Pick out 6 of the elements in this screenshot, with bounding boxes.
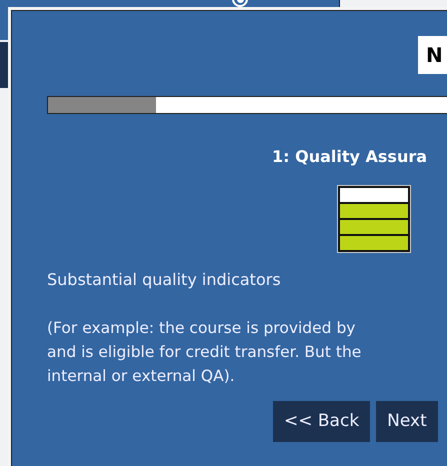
nav-button[interactable]: << Back	[273, 401, 370, 442]
section-heading: 1: Quality Assura	[272, 146, 428, 168]
corner-button[interactable]: N	[418, 36, 447, 74]
rating-label: Substantial quality indicators	[47, 269, 281, 291]
nav-button[interactable]: Next	[376, 401, 438, 442]
example-text: (For example: the course is provided by and is eligible for credit transfer. But the internal or external QA).	[47, 318, 362, 387]
